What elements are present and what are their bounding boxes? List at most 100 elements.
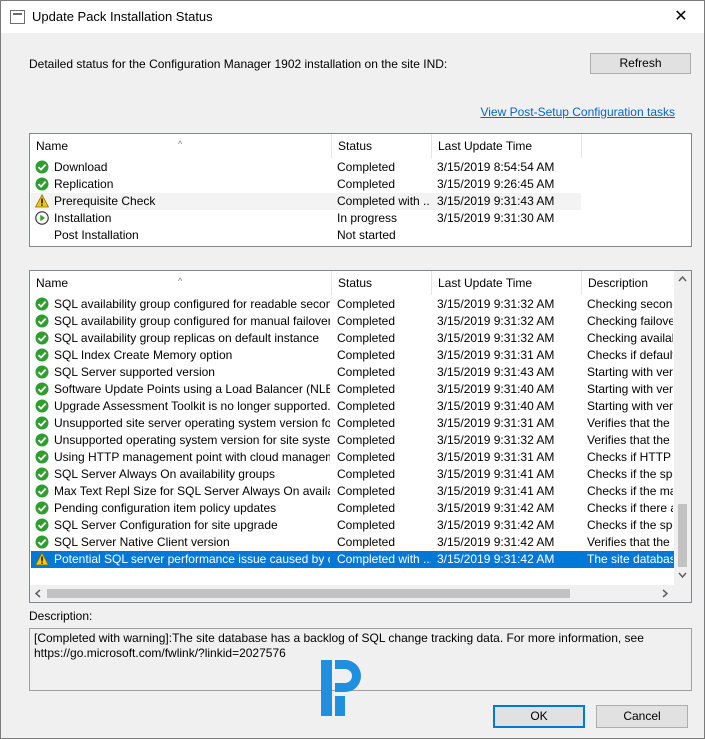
column-header-name[interactable]: Name ^	[30, 271, 332, 295]
cell-name: Download	[54, 160, 108, 174]
cell-time: 3/15/2019 9:31:30 AM	[437, 211, 555, 225]
prerequisite-list[interactable]: Name ^ Status Last Update Time Descriptio…	[29, 270, 692, 603]
cell-desc: Checks if HTTP	[587, 450, 672, 464]
list-item[interactable]: Download Completed 3/15/2019 8:54:54 AM	[31, 159, 581, 176]
check-icon	[35, 416, 49, 430]
check-icon	[35, 348, 49, 362]
ok-button[interactable]: OK	[493, 705, 585, 728]
list-item[interactable]: SQL availability group configured for ma…	[31, 313, 674, 330]
list-item[interactable]: Unsupported site server operating system…	[31, 415, 674, 432]
dialog-window: Update Pack Installation Status ✕ Detail…	[0, 0, 705, 739]
cell-time: 3/15/2019 9:31:43 AM	[437, 365, 555, 379]
list-item[interactable]: SQL Server Configuration for site upgrad…	[31, 517, 674, 534]
cell-status: Completed	[337, 382, 396, 396]
stage-list[interactable]: Name ^ Status Last Update Time Download Co…	[29, 133, 692, 247]
cell-status: Completed	[337, 501, 396, 515]
cell-desc: Checks if default v	[587, 348, 673, 362]
post-setup-link[interactable]: View Post-Setup Configuration tasks	[480, 105, 675, 119]
check-icon	[35, 331, 49, 345]
warning-icon	[35, 552, 49, 566]
cell-name: Software Update Points using a Load Bala…	[54, 382, 330, 396]
cell-status: Completed with ...	[337, 552, 431, 566]
column-header-status[interactable]: Status	[332, 134, 432, 158]
column-header-label: Name	[36, 276, 69, 290]
scroll-left-icon	[34, 589, 41, 598]
window-icon	[10, 10, 25, 24]
cell-status: Completed	[337, 331, 396, 345]
cell-name: SQL availability group configured for ma…	[54, 314, 330, 328]
scroll-thumb	[47, 589, 570, 598]
list-item[interactable]: Post Installation Not started	[31, 227, 581, 244]
vertical-scrollbar[interactable]	[674, 271, 691, 585]
cell-name: SQL Server Configuration for site upgrad…	[54, 518, 278, 532]
cell-time: 3/15/2019 9:31:42 AM	[437, 535, 555, 549]
list-item[interactable]: Unsupported operating system version for…	[31, 432, 674, 449]
cell-status: Completed	[337, 535, 396, 549]
cell-time: 3/15/2019 9:31:32 AM	[437, 331, 555, 345]
cancel-button[interactable]: Cancel	[596, 705, 688, 728]
cell-desc: Verifies that the sit	[587, 433, 673, 447]
sort-arrow-icon: ^	[178, 139, 183, 149]
list-item[interactable]: SQL Index Create Memory option Completed 3…	[31, 347, 674, 364]
prereq-list-header: Name ^ Status Last Update Time Descriptio…	[30, 271, 674, 295]
cell-status: Completed with ...	[337, 194, 429, 208]
cell-status: Completed	[337, 416, 396, 430]
check-icon	[35, 382, 49, 396]
scroll-thumb	[678, 504, 687, 567]
list-item[interactable]: Installation In progress 3/15/2019 9:31:30…	[31, 210, 581, 227]
column-header-name[interactable]: Name ^	[30, 134, 332, 158]
cell-time: 3/15/2019 9:31:42 AM	[437, 552, 555, 566]
cell-time: 3/15/2019 9:31:32 AM	[437, 297, 555, 311]
cell-status: Completed	[337, 297, 396, 311]
cell-name: SQL Server Always On availability groups	[54, 467, 275, 481]
list-item[interactable]: SQL Server supported version Completed 3/1…	[31, 364, 674, 381]
list-item[interactable]: Replication Completed 3/15/2019 9:26:45 AM	[31, 176, 581, 193]
cell-desc: Checks if there are	[587, 501, 673, 515]
list-item[interactable]: Max Text Repl Size for SQL Server Always…	[31, 483, 674, 500]
cell-time: 3/15/2019 9:31:42 AM	[437, 501, 555, 515]
cell-desc: Checks if the spec	[587, 467, 673, 481]
cell-desc: Starting with versic	[587, 399, 673, 413]
list-item[interactable]: Pending configuration item policy update…	[31, 500, 674, 517]
column-header-status[interactable]: Status	[332, 271, 432, 295]
vertical-scrollbar-graphic	[678, 275, 687, 579]
list-item[interactable]: SQL availability group replicas on defau…	[31, 330, 674, 347]
column-header-description[interactable]: Description	[582, 271, 674, 295]
cell-time: 3/15/2019 9:31:31 AM	[437, 348, 555, 362]
check-icon	[35, 433, 49, 447]
cell-name: Upgrade Assessment Toolkit is no longer …	[54, 399, 330, 413]
check-icon	[35, 399, 49, 413]
watermark-logo-icon	[321, 660, 361, 716]
list-item[interactable]: SQL availability group configured for re…	[31, 296, 674, 313]
list-item[interactable]: Potential SQL server performance issue c…	[31, 551, 674, 568]
list-item[interactable]: Using HTTP management point with cloud m…	[31, 449, 674, 466]
check-icon	[35, 365, 49, 379]
cell-name: Post Installation	[54, 228, 139, 242]
cell-status: Completed	[337, 433, 396, 447]
refresh-button[interactable]: Refresh	[590, 53, 691, 74]
cell-time: 3/15/2019 9:31:32 AM	[437, 314, 555, 328]
list-item[interactable]: Prerequisite Check Completed with ... 3/15…	[31, 193, 581, 210]
cell-status: Completed	[337, 160, 396, 174]
cell-time: 3/15/2019 9:31:31 AM	[437, 450, 555, 464]
cell-name: SQL Index Create Memory option	[54, 348, 233, 362]
column-header-time[interactable]: Last Update Time	[432, 134, 582, 158]
cell-name: Pending configuration item policy update…	[54, 501, 277, 515]
cell-desc: Checking seconda	[587, 297, 673, 311]
cell-time: 3/15/2019 9:31:42 AM	[437, 518, 555, 532]
list-item[interactable]: SQL Server Native Client version Complete…	[31, 534, 674, 551]
list-item[interactable]: SQL Server Always On availability groups…	[31, 466, 674, 483]
check-icon	[35, 177, 49, 191]
cell-status: Completed	[337, 177, 396, 191]
cell-name: SQL availability group replicas on defau…	[54, 331, 320, 345]
close-button[interactable]: ✕	[658, 1, 704, 33]
column-header-time[interactable]: Last Update Time	[432, 271, 582, 295]
title-bar: Update Pack Installation Status ✕	[1, 1, 704, 33]
column-header-label: Name	[36, 139, 69, 153]
cell-time: 3/15/2019 9:26:45 AM	[437, 177, 555, 191]
cell-time: 3/15/2019 9:31:40 AM	[437, 399, 555, 413]
list-item[interactable]: Software Update Points using a Load Bala…	[31, 381, 674, 398]
horizontal-scrollbar[interactable]	[30, 585, 674, 602]
cell-desc: Checking availabi	[587, 331, 673, 345]
list-item[interactable]: Upgrade Assessment Toolkit is no longer …	[31, 398, 674, 415]
